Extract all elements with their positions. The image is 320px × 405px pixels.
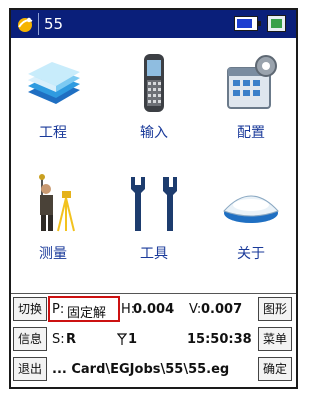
battery-icon[interactable] xyxy=(234,16,261,31)
exit-button[interactable]: 退出 xyxy=(13,357,47,381)
antenna-icon xyxy=(117,333,127,345)
clock-time: 15:50:38 xyxy=(187,332,252,347)
app-survey[interactable]: 测量 xyxy=(18,173,88,273)
app-config[interactable]: 配置 xyxy=(216,52,286,152)
project-books-icon xyxy=(28,62,80,104)
app-about[interactable]: 关于 xyxy=(216,173,286,273)
keyboard-icon[interactable] xyxy=(267,15,286,32)
app-label: 测量 xyxy=(39,246,67,262)
settings-calendar-gear-icon xyxy=(227,55,277,109)
app-input[interactable]: 输入 xyxy=(119,52,189,152)
app-label: 关于 xyxy=(237,246,265,262)
gnss-receiver-icon xyxy=(223,195,279,223)
app-label: 工具 xyxy=(140,246,168,262)
app-project[interactable]: 工程 xyxy=(18,52,88,152)
surveyor-icon xyxy=(39,174,75,232)
menu-button[interactable]: 菜单 xyxy=(258,327,292,351)
wrench-tools-icon xyxy=(131,177,177,231)
title-bar: 55 xyxy=(11,10,296,38)
app-tools[interactable]: 工具 xyxy=(119,173,189,273)
satellite-count: 1 xyxy=(128,332,138,347)
v-precision-value: 0.007 xyxy=(201,302,243,317)
app-label: 输入 xyxy=(140,125,168,141)
satellite-status: R xyxy=(66,332,77,347)
device-screen: 55 工程 输入 配置 测量 工具 关于 切换 信息 退出 图形 菜单 确定 P… xyxy=(9,8,298,389)
window-title: 55 xyxy=(44,15,64,33)
satellite-logo-icon[interactable] xyxy=(16,15,34,33)
status-panel: 切换 信息 退出 图形 菜单 确定 P: 固定解 H: 0.004 V: 0.0… xyxy=(11,293,296,387)
position-label: P: xyxy=(52,302,65,317)
graph-button[interactable]: 图形 xyxy=(258,297,292,321)
v-precision-label: V: xyxy=(189,302,202,317)
switch-button[interactable]: 切换 xyxy=(13,297,47,321)
ok-button[interactable]: 确定 xyxy=(258,357,292,381)
info-button[interactable]: 信息 xyxy=(13,327,47,351)
solution-status: 固定解 xyxy=(67,306,107,321)
satellite-label: S: xyxy=(52,332,65,347)
title-separator xyxy=(38,13,39,35)
app-label: 配置 xyxy=(237,125,265,141)
h-precision-value: 0.004 xyxy=(133,302,175,317)
app-label: 工程 xyxy=(39,125,67,141)
job-file-path: ... Card\EGJobs\55\55.eg xyxy=(52,362,230,377)
handheld-device-icon xyxy=(144,54,164,112)
